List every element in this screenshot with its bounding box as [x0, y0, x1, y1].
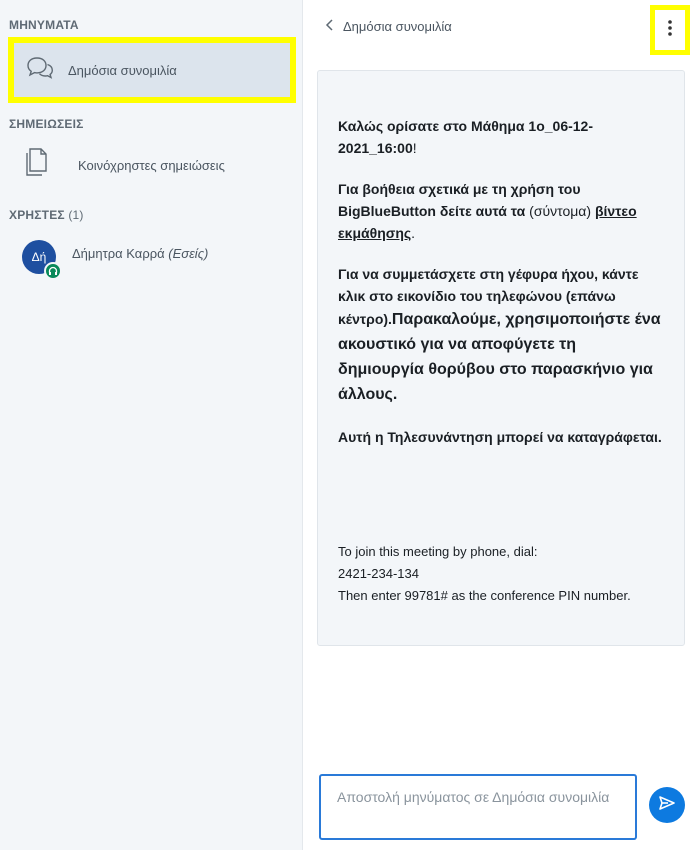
user-name: Δήμητρα Καρρά — [72, 246, 165, 261]
user-list-item[interactable]: Δή Δήμητρα Καρρά (Εσείς) — [22, 240, 292, 286]
messages-title-text: ΜΗΝΥΜΑΤΑ — [9, 18, 79, 32]
dial-in-info: To join this meeting by phone, dial: 242… — [338, 541, 631, 607]
notes-section-title: ΣΗΜΕΙΩΣΕΙΣ — [9, 117, 84, 131]
users-count: (1) — [68, 208, 84, 222]
message-input-placeholder: Αποστολή μηνύματος σε Δημόσια συνομιλία — [337, 789, 610, 805]
user-name-wrap: Δήμητρα Καρρά (Εσείς) — [72, 246, 208, 261]
headphones-icon — [44, 262, 62, 280]
sidebar: ΜΗΝΥΜΑΤΑ Δημόσια συνομιλία ΣΗΜΕΙΩΣΕΙΣ Κο… — [0, 0, 303, 850]
dial-in-pin: Then enter 99781# as the conference PIN … — [338, 588, 631, 603]
welcome-paragraph-1: Καλώς ορίσατε στο Μάθημα 1ο_06-12-2021_1… — [338, 115, 664, 159]
dial-in-line-1: To join this meeting by phone, dial: — [338, 544, 538, 559]
hide-chat-button[interactable]: Δημόσια συνομιλία — [325, 18, 452, 35]
vertical-dots-icon — [667, 19, 673, 42]
welcome-paragraph-3: Για να συμμετάσχετε στη γέφυρα ήχου, κάν… — [338, 263, 664, 407]
avatar: Δή — [22, 240, 62, 280]
user-you-tag: (Εσείς) — [168, 246, 209, 261]
welcome-p1-c: ! — [412, 140, 417, 156]
welcome-p2-b: δείτε αυτά τα — [439, 203, 526, 219]
welcome-paragraph-4: Αυτή η Τηλεσυνάντηση μπορεί να καταγράφε… — [338, 426, 664, 448]
chat-bubbles-icon — [26, 56, 54, 85]
dial-in-number: 2421-234-134 — [338, 566, 419, 581]
shared-notes-item[interactable]: Κοινόχρηστες σημειώσεις — [22, 142, 292, 188]
welcome-p2-e: . — [411, 225, 416, 241]
welcome-paragraph-2: Για βοήθεια σχετικά με τη χρήση του BigB… — [338, 178, 664, 244]
welcome-message: Καλώς ορίσατε στο Μάθημα 1ο_06-12-2021_1… — [317, 70, 685, 646]
public-chat-label: Δημόσια συνομιλία — [68, 62, 177, 78]
send-button[interactable] — [649, 787, 685, 823]
public-chat-item-inner[interactable]: Δημόσια συνομιλία — [14, 43, 290, 97]
users-title-text: ΧΡΗΣΤΕΣ — [9, 208, 65, 222]
send-icon — [658, 795, 676, 816]
public-chat-item[interactable]: Δημόσια συνομιλία — [8, 37, 296, 103]
welcome-p1-a: Καλώς ορίσατε στο — [338, 118, 471, 134]
documents-icon — [22, 147, 48, 184]
chat-options-button[interactable] — [650, 5, 690, 55]
chat-header-title: Δημόσια συνομιλία — [343, 19, 452, 34]
messages-section-title: ΜΗΝΥΜΑΤΑ — [9, 18, 79, 32]
welcome-p4: Αυτή η Τηλεσυνάντηση μπορεί να καταγράφε… — [338, 429, 662, 445]
chevron-left-icon — [325, 18, 335, 35]
avatar-initials: Δή — [31, 250, 47, 264]
notes-title-text: ΣΗΜΕΙΩΣΕΙΣ — [9, 117, 84, 131]
message-input[interactable]: Αποστολή μηνύματος σε Δημόσια συνομιλία — [319, 774, 637, 840]
chat-panel: Δημόσια συνομιλία Καλώς ορίσατε στο Μάθη… — [303, 0, 692, 850]
shared-notes-label: Κοινόχρηστες σημειώσεις — [78, 157, 225, 173]
welcome-p2-c: (σύντομα) — [525, 203, 595, 219]
users-section-title: ΧΡΗΣΤΕΣ (1) — [9, 208, 84, 222]
